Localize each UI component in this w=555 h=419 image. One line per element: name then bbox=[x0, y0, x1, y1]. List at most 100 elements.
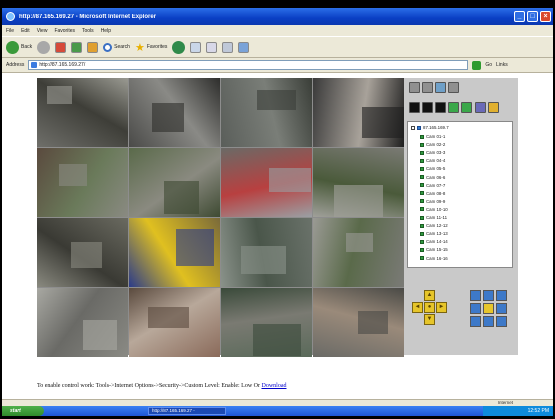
camera-tree-item-label: Cam 12-12 bbox=[426, 223, 448, 229]
camera-tree-item[interactable]: Cam 04-4 bbox=[420, 157, 445, 164]
download-link[interactable]: Download bbox=[261, 383, 286, 389]
go-arrow-icon[interactable] bbox=[472, 60, 482, 70]
menu-edit[interactable]: Edit bbox=[21, 28, 30, 34]
green-toggle-button-2[interactable] bbox=[461, 102, 472, 113]
address-bar: Address http://87.165.169.27/ Go Links bbox=[2, 58, 553, 73]
refresh-icon[interactable] bbox=[71, 41, 83, 53]
ptz-left-button[interactable]: ◄ bbox=[412, 302, 423, 313]
camera-tree-item[interactable]: Cam 16-16 bbox=[420, 255, 448, 262]
collapse-icon[interactable] bbox=[411, 125, 415, 130]
feed-scene-shape bbox=[269, 168, 311, 192]
taskbar-ie-window[interactable]: http://87.165.169.27 - bbox=[148, 407, 226, 415]
preset-1-button[interactable] bbox=[470, 316, 481, 327]
go-button[interactable]: Go bbox=[485, 62, 492, 68]
zoom-in-button[interactable] bbox=[470, 290, 481, 301]
forward-arrow-icon[interactable] bbox=[37, 40, 51, 54]
camera-feed[interactable] bbox=[313, 218, 404, 287]
feed-scene-shape bbox=[253, 324, 301, 356]
green-toggle-button[interactable] bbox=[448, 102, 459, 113]
iris-open-button[interactable] bbox=[483, 303, 494, 314]
stop-record-button[interactable] bbox=[435, 102, 446, 113]
camera-tree-item[interactable]: Cam 01-1 bbox=[420, 133, 445, 140]
page-icon bbox=[31, 62, 38, 68]
favorites-button[interactable]: ★ Favorites bbox=[135, 41, 167, 54]
edit-icon[interactable] bbox=[238, 41, 250, 53]
camera-tree-item[interactable]: Cam 11-11 bbox=[420, 214, 447, 221]
close-button[interactable]: × bbox=[540, 11, 551, 22]
layout-4x4-button[interactable] bbox=[448, 82, 459, 93]
camera-feed[interactable] bbox=[313, 148, 404, 217]
camera-feed[interactable] bbox=[313, 78, 404, 147]
zoom-out-button[interactable] bbox=[483, 290, 494, 301]
menu-help[interactable]: Help bbox=[101, 28, 111, 34]
back-button[interactable]: Back bbox=[6, 40, 32, 54]
start-button[interactable]: start bbox=[2, 406, 44, 416]
ptz-up-button[interactable]: ▲ bbox=[424, 290, 435, 301]
print-icon[interactable] bbox=[222, 41, 234, 53]
camera-feed[interactable] bbox=[37, 288, 128, 357]
favorites-star-icon: ★ bbox=[134, 41, 145, 54]
camera-feed[interactable] bbox=[129, 148, 220, 217]
feed-scene-shape bbox=[241, 246, 286, 274]
focus-near-button[interactable] bbox=[496, 290, 507, 301]
home-icon[interactable] bbox=[87, 41, 99, 53]
camera-feed[interactable] bbox=[221, 78, 312, 147]
maximize-button[interactable]: □ bbox=[527, 11, 538, 22]
clock: 12:52 PM bbox=[527, 408, 549, 414]
camera-tree-item[interactable]: Cam 13-13 bbox=[420, 230, 448, 237]
folder-button[interactable] bbox=[488, 102, 499, 113]
stop-icon[interactable] bbox=[55, 41, 67, 53]
layout-2x2-button[interactable] bbox=[422, 82, 433, 93]
record-button[interactable] bbox=[422, 102, 433, 113]
ptz-down-button[interactable]: ▼ bbox=[424, 314, 435, 325]
camera-tree-item[interactable]: Cam 05-5 bbox=[420, 165, 445, 172]
camera-tree-item[interactable]: Cam 06-6 bbox=[420, 174, 445, 181]
camera-icon bbox=[420, 207, 424, 212]
history-icon[interactable] bbox=[190, 41, 202, 53]
camera-icon bbox=[420, 150, 424, 155]
menu-file[interactable]: File bbox=[6, 28, 14, 34]
camera-feed[interactable] bbox=[37, 148, 128, 217]
camera-tree-item-label: Cam 03-3 bbox=[426, 150, 446, 156]
media-icon[interactable] bbox=[172, 40, 186, 54]
preset-2-button[interactable] bbox=[483, 316, 494, 327]
ptz-center-button[interactable]: ● bbox=[424, 302, 435, 313]
camera-icon bbox=[420, 223, 424, 228]
menu-view[interactable]: View bbox=[37, 28, 48, 34]
camera-tree-item[interactable]: Cam 12-12 bbox=[420, 222, 448, 229]
camera-tree-item[interactable]: Cam 14-14 bbox=[420, 238, 448, 245]
preset-3-button[interactable] bbox=[496, 316, 507, 327]
camera-feed[interactable] bbox=[221, 148, 312, 217]
menu-tools[interactable]: Tools bbox=[82, 28, 94, 34]
snapshot-button[interactable] bbox=[409, 102, 420, 113]
camera-tree-item[interactable]: Cam 15-15 bbox=[420, 246, 448, 253]
camera-feed[interactable] bbox=[129, 288, 220, 357]
camera-tree-item[interactable]: Cam 07-7 bbox=[420, 182, 445, 189]
camera-feed[interactable] bbox=[37, 78, 128, 147]
layout-3x3-button[interactable] bbox=[435, 82, 446, 93]
search-button[interactable]: Search bbox=[103, 42, 130, 52]
camera-tree-item[interactable]: Cam 08-8 bbox=[420, 190, 445, 197]
iris-close-button[interactable] bbox=[496, 303, 507, 314]
tree-root[interactable]: 87.165.169.7 bbox=[411, 125, 449, 130]
window-titlebar[interactable]: http://87.165.169.27 - Microsoft Interne… bbox=[2, 8, 553, 25]
camera-feed[interactable] bbox=[221, 288, 312, 357]
minimize-button[interactable]: _ bbox=[514, 11, 525, 22]
layout-1x1-button[interactable] bbox=[409, 82, 420, 93]
camera-tree-item[interactable]: Cam 03-3 bbox=[420, 149, 445, 156]
camera-tree-item[interactable]: Cam 09-9 bbox=[420, 198, 445, 205]
settings-button[interactable] bbox=[475, 102, 486, 113]
camera-feed[interactable] bbox=[37, 218, 128, 287]
camera-tree-item[interactable]: Cam 10-10 bbox=[420, 206, 448, 213]
camera-feed[interactable] bbox=[129, 78, 220, 147]
camera-feed[interactable] bbox=[313, 288, 404, 357]
camera-tree-item[interactable]: Cam 02-2 bbox=[420, 141, 445, 148]
camera-feed[interactable] bbox=[221, 218, 312, 287]
menu-favorites[interactable]: Favorites bbox=[54, 28, 75, 34]
address-input[interactable]: http://87.165.169.27/ bbox=[28, 60, 469, 70]
links-button[interactable]: Links bbox=[496, 62, 508, 68]
focus-far-button[interactable] bbox=[470, 303, 481, 314]
mail-icon[interactable] bbox=[206, 41, 218, 53]
ptz-right-button[interactable]: ► bbox=[436, 302, 447, 313]
camera-feed[interactable] bbox=[129, 218, 220, 287]
